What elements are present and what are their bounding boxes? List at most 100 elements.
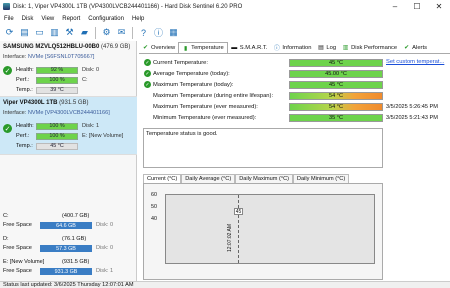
refresh-icon[interactable]: ⟳ — [3, 26, 16, 39]
temp-row: Temp.: 45 °C — [16, 142, 136, 150]
y-tick: 50 — [151, 204, 157, 210]
maximize-button[interactable]: ☐ — [406, 0, 428, 13]
volume-size: (931.5 GB) — [62, 259, 90, 265]
tab-disk-performance[interactable]: ▥ Disk Performance — [339, 42, 400, 53]
tab-overview[interactable]: ✔ Overview — [139, 42, 178, 53]
toolbar-separator — [132, 26, 133, 39]
free-space-label: Free Space — [3, 245, 32, 251]
health-row: Health: 100 % Disk: 1 — [16, 122, 100, 130]
health-bar: 92 % — [36, 66, 78, 74]
graph-tab-daily-average[interactable]: Daily Average (°C) — [181, 174, 236, 183]
perf-row: Perf.: 100 % C: — [16, 76, 88, 84]
tab-information[interactable]: ⓘ Information — [270, 42, 314, 53]
tab-bar: ✔ Overview ▮ Temperature ▬ S.M.A.R.T. ⓘ Info… — [139, 42, 450, 53]
performance-icon: ▥ — [342, 45, 349, 51]
temperature-status-box: Temperature status is good. — [143, 128, 383, 168]
report-icon[interactable]: ▤ — [18, 26, 31, 39]
temp-label: Average Temperature (today): — [153, 71, 230, 77]
y-tick: 60 — [151, 192, 157, 198]
temp-value-bar: 54 °C — [289, 103, 383, 111]
ok-icon: ✓ — [144, 70, 151, 77]
disk-item-1[interactable]: Viper VP4300L 1TB (931.5 GB) Interface: … — [0, 97, 137, 155]
temp-value-bar: 54 °C — [289, 92, 383, 100]
disk-list-panel: SAMSUNG MZVLQ512HBLU-00B0 (476.9 GB) Int… — [0, 41, 137, 281]
volume-name: D: — [3, 236, 9, 242]
disk-title: SAMSUNG MZVLQ512HBLU-00B0 (476.9 GB) — [3, 44, 131, 50]
health-ok-icon: ✓ — [3, 124, 12, 133]
free-space-label: Free Space — [3, 268, 32, 274]
temp-value-bar: 45 °C — [289, 59, 383, 67]
tab-smart[interactable]: ▬ S.M.A.R.T. — [228, 42, 271, 53]
disk-interface: Interface: NVMe [S6FSNL0T705667] — [3, 54, 95, 60]
wrench-icon[interactable]: ⚙ — [100, 26, 113, 39]
free-space-bar: 64.6 GB — [40, 222, 92, 229]
toolbar-separator — [95, 26, 96, 39]
disk-item-0[interactable]: SAMSUNG MZVLQ512HBLU-00B0 (476.9 GB) Int… — [0, 41, 137, 97]
disk-title: Viper VP4300L 1TB (931.5 GB) — [3, 100, 89, 106]
menu-configuration[interactable]: Configuration — [88, 16, 124, 22]
volume-name: C: — [3, 213, 9, 219]
volume-disk-label: Disk: 0 — [96, 245, 114, 251]
mail-icon[interactable]: ✉ — [115, 26, 128, 39]
temp-bar: 39 °C — [36, 86, 78, 94]
volume-d[interactable]: D: (76.1 GB) Free Space 57.3 GB Disk: 0 — [0, 235, 137, 257]
chip-icon: ▬ — [231, 44, 238, 51]
close-button[interactable]: ✕ — [428, 0, 450, 13]
temp-label: Current Temperature: — [153, 60, 208, 66]
temp-label: Maximum Temperature (ever measured): — [153, 104, 258, 110]
graph-tab-current[interactable]: Current (°C) — [143, 174, 182, 183]
temp-row: Temp.: 39 °C — [16, 86, 136, 94]
toolbar: ⟳ ▤ ▭ ▥ ⚒ ▰ ⚙ ✉ ? ⓘ ▦ — [0, 24, 450, 41]
folder-icon[interactable]: ▰ — [78, 26, 91, 39]
minimize-button[interactable]: – — [384, 0, 406, 13]
x-time-label: 12:07:02 AM — [227, 223, 234, 253]
disks-icon[interactable]: ▦ — [167, 26, 180, 39]
help-icon[interactable]: ? — [137, 26, 150, 39]
graph-tabs: Current (°C) Daily Average (°C) Daily Ma… — [143, 174, 350, 183]
alert-icon: ✔ — [404, 45, 410, 51]
volume-e[interactable]: E: [New Volume] (931.5 GB) Free Space 93… — [0, 258, 137, 280]
temp-label: Maximum Temperature (today): — [153, 82, 234, 88]
temp-label: Minimum Temperature (ever measured): — [153, 115, 257, 121]
graph-tab-daily-maximum[interactable]: Daily Maximum (°C) — [235, 174, 293, 183]
tools-icon[interactable]: ⚒ — [63, 26, 76, 39]
custom-temperature-link[interactable]: Set custom temperat... — [386, 59, 444, 65]
info-icon[interactable]: ⓘ — [152, 26, 165, 39]
time-marker-line — [238, 195, 239, 263]
test-icon[interactable]: ▥ — [48, 26, 61, 39]
menu-view[interactable]: View — [41, 16, 54, 22]
title-bar: Disk: 1, Viper VP4300L 1TB (VP4300LVCB24… — [0, 0, 450, 13]
menu-file[interactable]: File — [4, 16, 14, 22]
log-icon: ▤ — [318, 45, 324, 51]
y-tick: 40 — [151, 216, 157, 222]
temperature-graph: 60 50 40 45 12:07:02 AM — [143, 183, 383, 280]
perf-bar: 100 % — [36, 132, 78, 140]
ok-icon: ✓ — [144, 59, 151, 66]
temp-date: 3/5/2025 5:26:45 PM — [386, 104, 438, 110]
graph-tab-daily-minimum[interactable]: Daily Minimum (°C) — [292, 174, 350, 183]
ok-icon: ✓ — [144, 81, 151, 88]
menu-help[interactable]: Help — [132, 16, 144, 22]
volume-disk-label: Disk: 1 — [96, 268, 114, 274]
perf-bar: 100 % — [36, 76, 78, 84]
status-text: Temperature status is good. — [146, 131, 218, 137]
menu-disk[interactable]: Disk — [22, 16, 34, 22]
volume-c[interactable]: C: (400.7 GB) Free Space 64.6 GB Disk: 0 — [0, 212, 137, 234]
free-space-bar: 57.3 GB — [40, 245, 92, 252]
temperature-panel: ✓ Current Temperature: 45 °C Set custom … — [139, 53, 450, 281]
health-bar: 100 % — [36, 122, 78, 130]
disk-interface: Interface: NVMe [VP4300LVCB244401166] — [3, 110, 110, 116]
temp-bar: 45 °C — [36, 142, 78, 150]
tab-temperature[interactable]: ▮ Temperature — [178, 42, 228, 53]
tab-log[interactable]: ▤ Log — [314, 42, 339, 53]
disk-icon[interactable]: ▭ — [33, 26, 46, 39]
tab-alerts[interactable]: ✔ Alerts — [400, 42, 430, 53]
temp-value-bar: 45 °C — [289, 81, 383, 89]
menu-bar: File Disk View Report Configuration Help — [0, 13, 450, 24]
check-icon: ✔ — [142, 45, 149, 51]
temp-date: 3/5/2025 5:21:43 PM — [386, 115, 438, 121]
temp-value-bar: 45.00 °C — [289, 70, 383, 78]
volume-disk-label: Disk: 0 — [96, 222, 114, 228]
free-space-label: Free Space — [3, 222, 32, 228]
menu-report[interactable]: Report — [62, 16, 80, 22]
